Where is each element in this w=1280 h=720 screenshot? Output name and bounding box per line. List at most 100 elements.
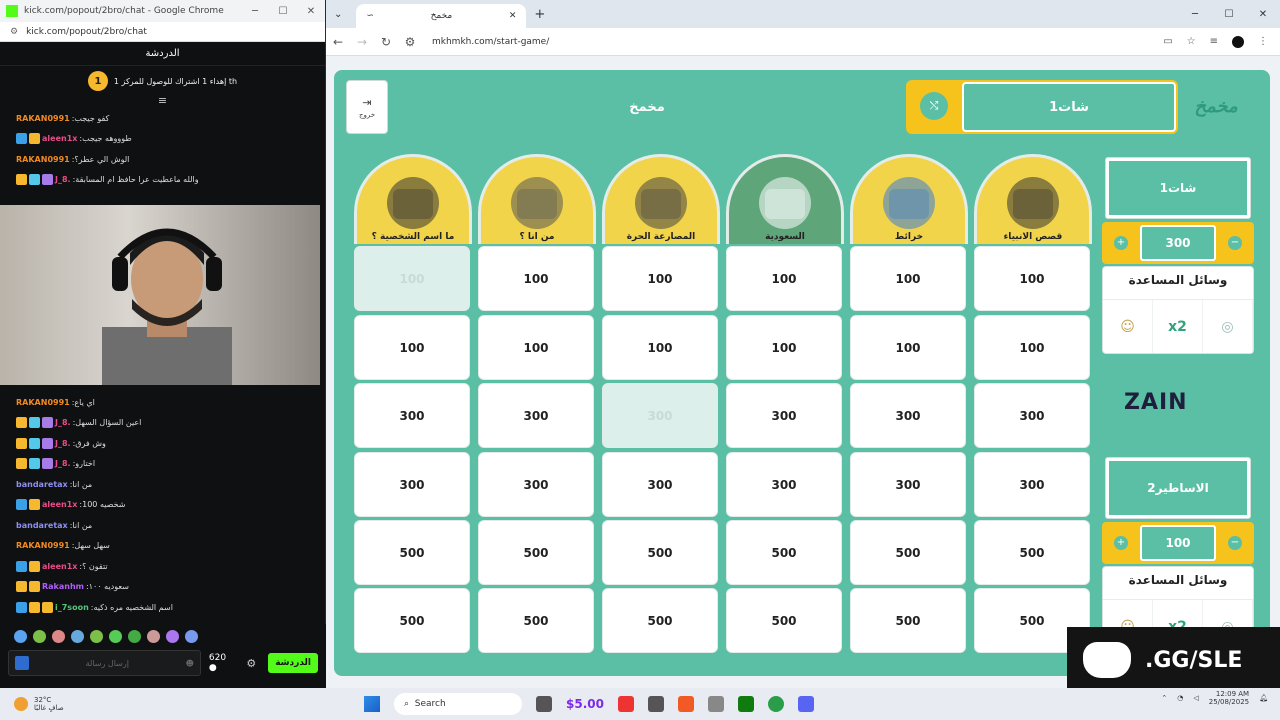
question-cell[interactable]: 500 [478,520,594,585]
forward-icon[interactable]: → [350,35,374,49]
emote-icon[interactable] [52,629,65,643]
channel-points[interactable]: 620 ● [209,653,236,673]
decrease-score-icon[interactable]: − [1228,536,1242,550]
url-field[interactable]: mkhmkh.com/start-game/ [432,37,549,47]
tab-mkhmkh[interactable]: ∽ مخمخ ✕ [356,4,527,28]
obs-icon[interactable] [647,696,664,712]
cast-icon[interactable]: ▭ [1163,36,1172,47]
question-cell[interactable]: 300 [602,452,718,517]
increase-score-icon[interactable]: + [1114,236,1128,250]
xbox-icon[interactable] [737,696,754,712]
decrease-score-icon[interactable]: − [1228,236,1242,250]
double-points-icon[interactable]: x2 [1153,300,1203,353]
emote-icon[interactable] [109,629,122,643]
site-info-icon[interactable]: ⚙ [10,27,18,37]
team-name[interactable]: الاساطير2 [1106,458,1250,518]
emote-icon[interactable] [128,629,141,643]
question-cell[interactable]: 100 [478,315,594,380]
call-friend-icon[interactable]: ☺ [1103,300,1153,353]
question-cell[interactable]: 500 [602,588,718,653]
question-cell[interactable]: 300 [974,452,1090,517]
chat-message-input[interactable]: إرسال رسالة ☻ [8,650,201,676]
volume-icon[interactable]: ◁ [1193,694,1198,702]
question-cell[interactable]: 500 [354,588,470,653]
minimize-icon[interactable]: ─ [241,6,269,17]
bookmark-star-icon[interactable]: ☆ [1187,36,1196,47]
emote-icon[interactable] [14,629,27,643]
question-cell[interactable]: 100 [602,315,718,380]
chat-username[interactable]: aleen1x [42,562,77,571]
windows-start-icon[interactable] [364,696,380,712]
emoji-icon[interactable]: ☻ [186,659,194,668]
maximize-icon[interactable]: ☐ [269,6,297,17]
question-cell[interactable]: 100 [974,315,1090,380]
question-cell[interactable]: 300 [974,383,1090,448]
back-icon[interactable]: ← [326,35,350,49]
chat-username[interactable]: i_7soon [55,603,89,612]
question-cell[interactable]: 100 [726,246,842,311]
chat-username[interactable]: J_8. [55,175,71,184]
weather-widget[interactable]: 32°C صافٍ غالبًا [0,696,200,712]
emote-icon[interactable] [33,629,46,643]
question-cell[interactable]: 300 [850,452,966,517]
emote-icon[interactable] [147,629,160,643]
maximize-icon[interactable]: ☐ [1212,9,1246,20]
system-tray[interactable]: ⌃ ◔ ◁ 12:09 AM 25/08/2025 🔔︎ [1161,690,1268,706]
chat-username[interactable]: Rakanhm [42,582,84,591]
tab-close-icon[interactable]: ✕ [509,11,517,21]
chat-username[interactable]: aleen1x [42,500,77,509]
question-cell[interactable]: 100 [726,315,842,380]
settings-icon[interactable]: ⚙ [246,657,256,670]
tab-list-icon[interactable]: ⌄ [334,9,342,20]
question-cell[interactable]: 500 [850,588,966,653]
extensions-icon[interactable]: ≡ [1210,36,1218,47]
reload-icon[interactable]: ↻ [374,35,398,49]
chat-username[interactable]: RAKAN0991 [16,541,70,550]
question-cell[interactable]: 100 [850,246,966,311]
question-cell[interactable]: 300 [726,383,842,448]
question-cell[interactable]: 100 [602,246,718,311]
new-tab-icon[interactable]: + [534,7,545,22]
taskbar-search[interactable]: ⌕ Search [394,693,522,715]
chat-send-button[interactable]: الدردشة [268,653,318,673]
minimize-icon[interactable]: ─ [1178,9,1212,20]
question-cell[interactable]: 300 [478,383,594,448]
chrome-icon[interactable] [767,696,784,712]
notifications-icon[interactable]: 🔔︎ [1259,694,1268,702]
brave-icon[interactable] [677,696,694,712]
pinned-banner[interactable]: 1 إهداء 1 اشتراك للوصول للمركز 1 th [0,66,325,96]
chat-username[interactable]: aleen1x [42,134,77,143]
discord-taskbar-icon[interactable] [797,696,814,712]
question-cell[interactable]: 100 [850,315,966,380]
question-cell[interactable]: 500 [602,520,718,585]
question-cell[interactable]: 100 [478,246,594,311]
question-cell[interactable]: 500 [726,520,842,585]
question-cell[interactable]: 300 [354,452,470,517]
skip-icon[interactable]: ◎ [1203,300,1253,353]
emote-icon[interactable] [90,629,103,643]
question-cell[interactable]: 300 [726,452,842,517]
profile-avatar[interactable] [1232,35,1244,48]
question-cell[interactable]: 500 [478,588,594,653]
team-name[interactable]: شات1 [1106,158,1250,218]
question-cell[interactable]: 300 [354,383,470,448]
chat-username[interactable]: RAKAN0991 [16,398,70,407]
chat-username[interactable]: RAKAN0991 [16,155,70,164]
file-explorer-icon[interactable] [536,696,552,712]
chat-username[interactable]: J_8. [55,459,71,468]
question-cell[interactable]: 300 [850,383,966,448]
question-cell[interactable]: 500 [726,588,842,653]
chat-username[interactable]: J_8. [55,418,71,427]
settings-app-icon[interactable] [707,696,724,712]
emote-icon[interactable] [166,629,179,643]
close-icon[interactable]: ✕ [1246,9,1280,20]
chat-address-bar[interactable]: ⚙ kick.com/popout/2bro/chat [0,22,325,42]
emote-icon[interactable] [71,629,84,643]
increase-score-icon[interactable]: + [1114,536,1128,550]
wifi-icon[interactable]: ◔ [1177,694,1183,702]
question-cell[interactable]: 500 [974,520,1090,585]
expand-icon[interactable]: ≡ [0,95,325,108]
emote-icon[interactable] [185,629,198,643]
chat-username[interactable]: bandaretax [16,480,68,489]
youtube-icon[interactable] [617,696,634,712]
